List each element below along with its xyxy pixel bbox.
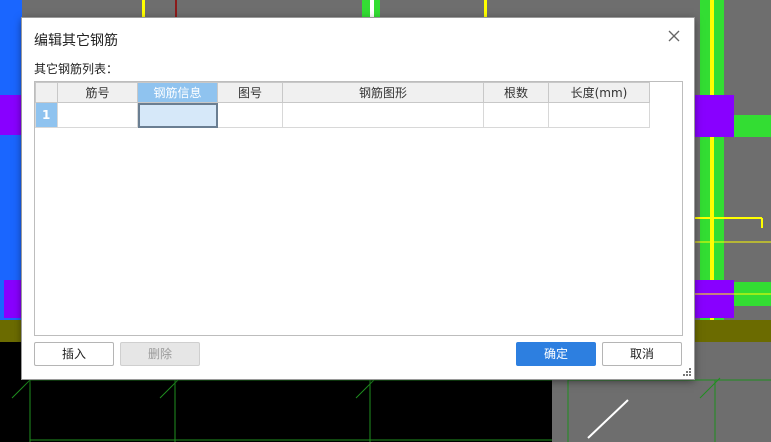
resize-grip-icon[interactable] [682, 367, 692, 377]
dialog-title: 编辑其它钢筋 [34, 33, 118, 49]
ok-button[interactable]: 确定 [516, 342, 596, 366]
cancel-button[interactable]: 取消 [602, 342, 682, 366]
rebar-table: 筋号 钢筋信息 图号 钢筋图形 根数 长度(mm) 1 [35, 82, 650, 128]
column-header-rebar-info[interactable]: 钢筋信息 [137, 82, 218, 103]
rebar-grid[interactable]: 筋号 钢筋信息 图号 钢筋图形 根数 长度(mm) 1 [34, 81, 683, 336]
row-number[interactable]: 1 [35, 102, 58, 128]
cell-figure-number[interactable] [217, 102, 283, 128]
column-header-count[interactable]: 根数 [483, 82, 549, 103]
column-header-figure-number[interactable]: 图号 [217, 82, 283, 103]
row-number-header [35, 82, 58, 103]
table-header-row: 筋号 钢筋信息 图号 钢筋图形 根数 长度(mm) [35, 82, 650, 103]
column-header-rebar-shape[interactable]: 钢筋图形 [282, 82, 484, 103]
close-icon[interactable] [666, 28, 682, 44]
cell-bar-number[interactable] [57, 102, 138, 128]
rebar-list-label: 其它钢筋列表： [34, 62, 119, 76]
cell-count[interactable] [483, 102, 549, 128]
cell-rebar-shape[interactable] [282, 102, 484, 128]
insert-button[interactable]: 插入 [34, 342, 114, 366]
table-row: 1 [35, 102, 650, 128]
column-header-bar-number[interactable]: 筋号 [57, 82, 138, 103]
delete-button[interactable]: 删除 [120, 342, 200, 366]
cell-length[interactable] [548, 102, 650, 128]
column-header-length[interactable]: 长度(mm) [548, 82, 650, 103]
cell-rebar-info[interactable] [137, 102, 218, 128]
edit-other-rebar-dialog: 编辑其它钢筋 其它钢筋列表： 筋号 钢筋信息 图号 钢筋图形 根数 长度(mm)… [22, 18, 694, 379]
